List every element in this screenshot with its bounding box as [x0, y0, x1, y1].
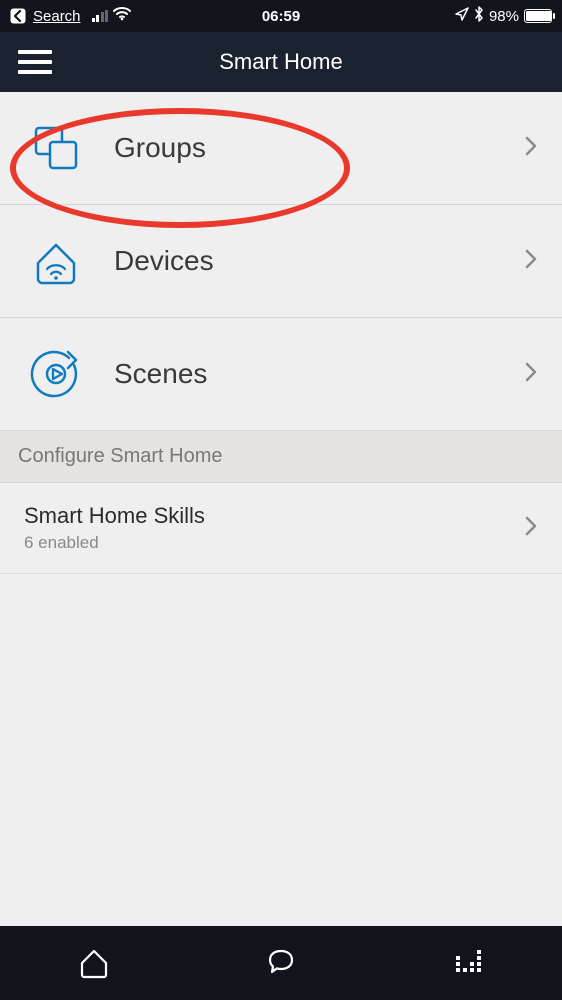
menu-item-label: Groups	[114, 132, 524, 164]
tab-home[interactable]	[74, 943, 114, 983]
chevron-right-icon	[524, 135, 538, 162]
cell-signal-icon	[92, 10, 109, 22]
page-title: Smart Home	[219, 49, 342, 75]
menu-item-label: Devices	[114, 245, 524, 277]
tab-chat[interactable]	[261, 943, 301, 983]
chevron-right-icon	[524, 361, 538, 388]
back-to-search-link[interactable]: Search	[33, 8, 81, 25]
battery-percent: 98%	[489, 8, 519, 25]
location-icon	[455, 7, 469, 25]
home-icon	[77, 946, 111, 980]
skills-subtitle: 6 enabled	[24, 533, 524, 553]
main-content: Groups Devices	[0, 92, 562, 574]
groups-icon	[24, 120, 88, 176]
ios-status-bar: Search 06:59 98%	[0, 0, 562, 32]
scenes-icon	[24, 346, 88, 402]
menu-item-groups[interactable]: Groups	[0, 92, 562, 205]
wifi-icon	[113, 7, 131, 25]
devices-icon	[24, 233, 88, 289]
status-right: 98%	[455, 6, 552, 26]
bottom-tab-bar	[0, 926, 562, 1000]
menu-item-scenes[interactable]: Scenes	[0, 318, 562, 430]
chat-bubble-icon	[264, 946, 298, 980]
chevron-right-icon	[524, 248, 538, 275]
app-header: Smart Home	[0, 32, 562, 92]
menu-list: Groups Devices	[0, 92, 562, 430]
menu-item-skills[interactable]: Smart Home Skills 6 enabled	[0, 483, 562, 574]
battery-icon	[524, 9, 552, 23]
menu-item-label: Scenes	[114, 358, 524, 390]
status-time: 06:59	[262, 8, 300, 25]
hamburger-menu-icon[interactable]	[18, 50, 52, 74]
back-chevron-icon[interactable]	[10, 8, 26, 24]
section-header-configure: Configure Smart Home	[0, 430, 562, 483]
bluetooth-icon	[474, 6, 484, 26]
status-left: Search	[10, 7, 131, 25]
chevron-right-icon	[524, 515, 538, 542]
skills-title: Smart Home Skills	[24, 503, 524, 529]
tab-music[interactable]	[448, 943, 488, 983]
equalizer-icon	[451, 946, 485, 980]
menu-item-devices[interactable]: Devices	[0, 205, 562, 318]
